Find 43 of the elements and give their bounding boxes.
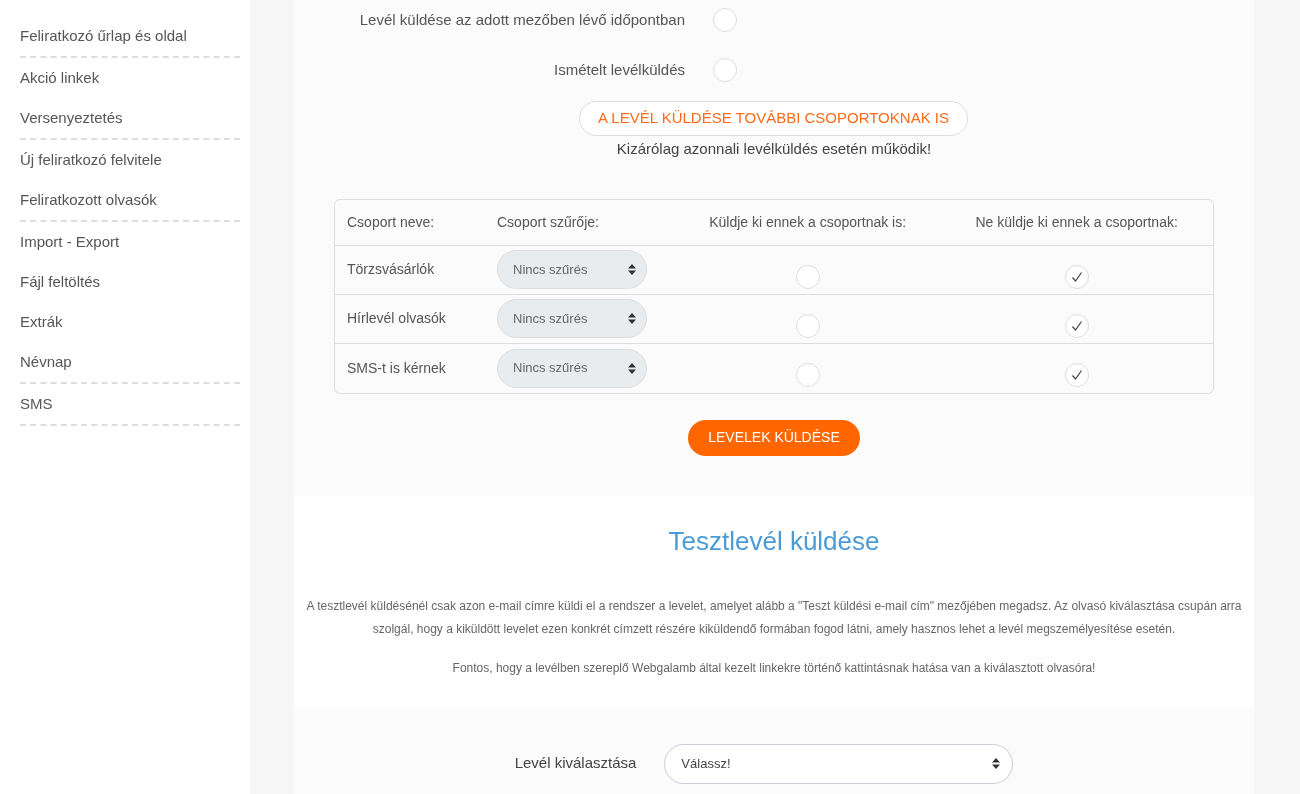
- sidebar-item[interactable]: Versenyeztetés: [20, 98, 240, 140]
- option-label: Levél küldése az adott mezőben lévő időpontban: [358, 9, 685, 30]
- check-icon: [1070, 369, 1083, 381]
- sidebar-item[interactable]: Fájl feltöltés: [20, 262, 240, 302]
- checkbox[interactable]: [795, 313, 820, 338]
- checked-checkbox[interactable]: [1064, 264, 1089, 289]
- filter-select[interactable]: Nincs szűrés: [497, 299, 647, 338]
- check-icon: [1070, 270, 1083, 283]
- sidebar-item[interactable]: Akció linkek: [20, 58, 240, 98]
- field-label: Levél kiválasztása: [514, 753, 637, 774]
- sort-caret-icon: [628, 264, 636, 275]
- check-icon: [1070, 319, 1083, 332]
- sort-caret-icon: [628, 313, 636, 324]
- checkbox[interactable]: [713, 8, 737, 32]
- sidebar-item[interactable]: Import - Export: [20, 222, 240, 262]
- sort-caret-icon: [992, 758, 1001, 769]
- checkbox[interactable]: [795, 264, 820, 289]
- sidebar-item[interactable]: SMS: [20, 384, 240, 426]
- column-header: Ne küldje ki ennek a csoportnak:: [940, 199, 1213, 246]
- sidebar-item[interactable]: Feliratkozott olvasók: [20, 180, 240, 222]
- option-label: Ismételt levélküldés: [553, 59, 685, 80]
- column-header: Csoport neve:: [335, 199, 485, 246]
- checked-checkbox[interactable]: [1064, 363, 1089, 387]
- sort-caret-icon: [628, 362, 636, 374]
- checked-checkbox[interactable]: [1064, 313, 1089, 338]
- info-paragraph: A tesztlevél küldésénél csak azon e-mail címre küldi el a rendszer a levelet, amelyet alább a "Teszt küldési e-mail cím" mezőjében megadsz. Az olvasó kiválasztása csupán arra szolgál, hogy a kiküldött levelet ezen konkrét címzett részére kiküldendő formában fogod látni, amely hasznos lehet a levél megszemélyesítése esetén.: [305, 597, 1243, 638]
- filter-select[interactable]: Nincs szűrés: [497, 250, 647, 289]
- table-cell-text: SMS-t is kérnek: [346, 358, 447, 378]
- table-cell: Törzsvásárlók: [335, 245, 485, 295]
- sidebar-item[interactable]: Extrák: [20, 302, 240, 342]
- filter-select[interactable]: Nincs szűrés: [497, 348, 647, 388]
- checkbox[interactable]: [795, 363, 820, 387]
- info-paragraph: Fontos, hogy a levélben szereplő Webgalamb által kezelt linkekre történő kattintásnak hatása van a kiválasztott olvasóra!: [451, 659, 1097, 677]
- letter-select[interactable]: Válassz!: [664, 743, 1014, 784]
- note-text: Kizárólag azonnali levélküldés esetén működik!: [616, 139, 932, 159]
- table-cell: Hírlevél olvasók: [335, 294, 485, 344]
- sidebar-item[interactable]: Új feliratkozó felvitele: [20, 140, 240, 180]
- checkbox[interactable]: [713, 58, 737, 82]
- sidebar-item[interactable]: Névnap: [20, 342, 240, 384]
- sidebar-item[interactable]: Feliratkozó űrlap és oldal: [20, 16, 240, 58]
- column-header: Csoport szűrője:: [485, 199, 675, 246]
- section-title: Tesztlevél küldése: [668, 524, 880, 558]
- column-header: Küldje ki ennek a csoportnak is:: [675, 199, 941, 246]
